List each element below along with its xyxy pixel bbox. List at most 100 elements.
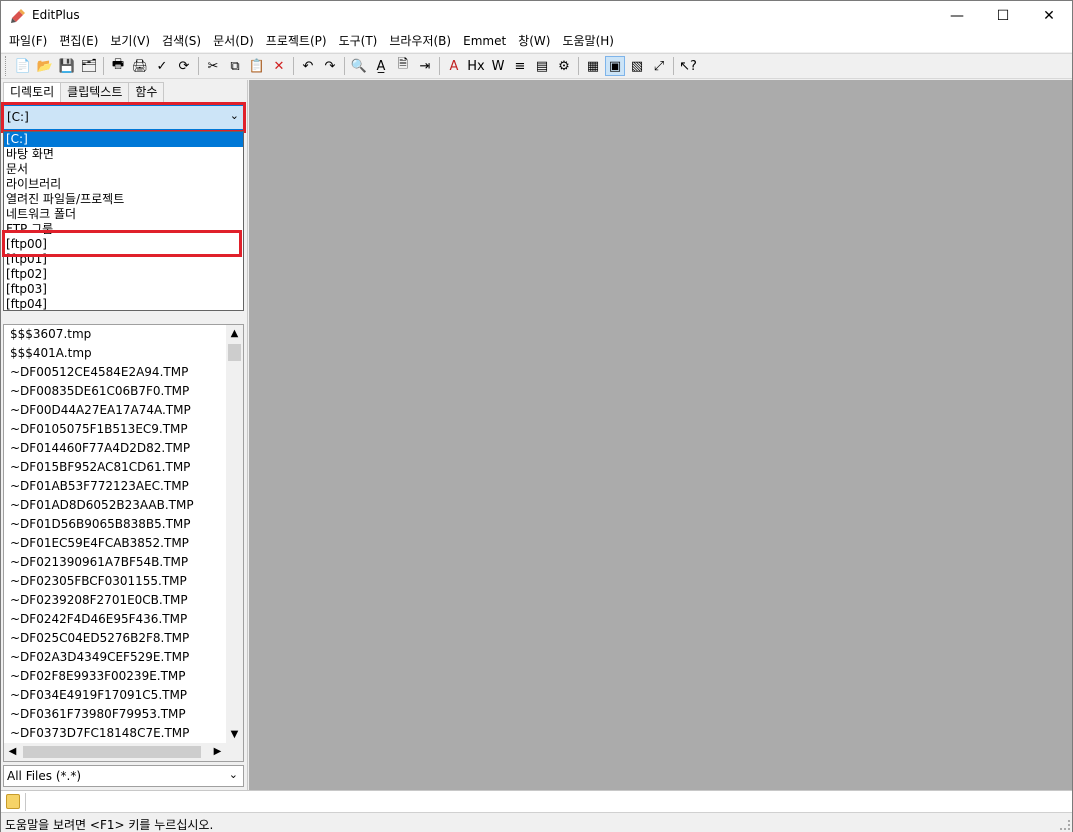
directory-window-icon[interactable]: ▦ [583,56,603,76]
file-list-item[interactable]: ~DF00835DE61C06B7F0.TMP [4,382,226,401]
redo-icon[interactable]: ↷ [320,56,340,76]
file-list-item[interactable]: ~DF025C04ED5276B2F8.TMP [4,629,226,648]
print-icon[interactable]: 🖨 [130,56,150,76]
maximize-button[interactable]: ☐ [980,1,1026,31]
undo-icon[interactable]: ↶ [298,56,318,76]
dropdown-item[interactable]: [ftp04] [4,297,243,310]
file-filter-select[interactable]: All Files (*.*) ⌄ [3,765,244,787]
file-list-item[interactable]: ~DF02A3D4349CEF529E.TMP [4,648,226,667]
file-list-item[interactable]: ~DF0105075F1B513EC9.TMP [4,420,226,439]
file-list-item[interactable]: ~DF00512CE4584E2A94.TMP [4,363,226,382]
toolbar-separator [293,57,294,75]
find-icon[interactable]: 🔍 [349,56,369,76]
file-list[interactable]: $$$3607.tmp $$$401A.tmp ~DF00512CE4584E2A9… [3,324,244,762]
dropdown-item-ftp00[interactable]: [ftp00] [4,237,243,252]
menu-item[interactable]: Emmet [457,32,512,51]
file-list-item[interactable]: ~DF01AD8D6052B23AAB.TMP [4,496,226,515]
browser-preview-icon[interactable]: ⟳ [174,56,194,76]
menu-item[interactable]: 검색(S) [156,32,207,51]
file-list-item[interactable]: ~DF02F8E9933F00239E.TMP [4,667,226,686]
cliptext-icon[interactable]: ▧ [627,56,647,76]
file-list-item[interactable]: ~DF014460F77A4D2D82.TMP [4,439,226,458]
toolbar-separator [344,57,345,75]
menu-item[interactable]: 창(W) [512,32,556,51]
dropdown-item[interactable]: FTP 그룹 [4,222,243,237]
scroll-down-icon[interactable]: ▼ [226,726,243,743]
tab-cliptext[interactable]: 클립텍스트 [60,82,130,102]
scroll-right-icon[interactable]: ▶ [209,743,226,761]
font-icon[interactable]: A [444,56,464,76]
output-window-icon[interactable]: ▣ [605,56,625,76]
hex-icon[interactable]: Hx [466,56,486,76]
dropdown-item[interactable]: [ftp03] [4,282,243,297]
resize-grip[interactable] [1060,820,1070,830]
file-list-item[interactable]: ~DF00D44A27EA17A74A.TMP [4,401,226,420]
close-button[interactable]: ✕ [1026,1,1072,31]
dropdown-item[interactable]: [ftp01] [4,252,243,267]
file-list-item[interactable]: ~DF02305FBCF0301155.TMP [4,572,226,591]
file-list-item[interactable]: ~DF0239208F2701E0CB.TMP [4,591,226,610]
menu-item[interactable]: 브라우저(B) [383,32,457,51]
file-list-item[interactable]: ~DF0361F73980F79953.TMP [4,705,226,724]
file-list-item[interactable]: ~DF0373D7FC18148C7E.TMP [4,724,226,743]
toolbar-grip[interactable] [5,56,8,76]
dropdown-item[interactable]: 네트워크 폴더 [4,207,243,222]
open-folder-icon[interactable]: 📂 [35,56,55,76]
vertical-scrollbar[interactable]: ▲ ▼ [226,325,243,743]
document-icon[interactable] [6,794,20,809]
spellcheck-icon[interactable]: ✓ [152,56,172,76]
cut-icon[interactable]: ✂ [203,56,223,76]
tab-directory[interactable]: 디렉토리 [3,82,62,103]
menu-item[interactable]: 보기(V) [104,32,156,51]
menu-item[interactable]: 프로젝트(P) [260,32,333,51]
word-wrap-icon[interactable]: W [488,56,508,76]
save-all-icon[interactable]: 🗂 [79,56,99,76]
dropdown-item[interactable]: 문서 [4,162,243,177]
editor-area[interactable] [249,80,1072,790]
file-list-item[interactable]: ~DF0242F4D46E95F436.TMP [4,610,226,629]
minimize-button[interactable]: — [934,1,980,31]
scroll-left-icon[interactable]: ◀ [4,743,21,761]
dropdown-item[interactable]: [ftp02] [4,267,243,282]
line-number-icon[interactable]: ≡ [510,56,530,76]
goto-line-icon[interactable]: ⇥ [415,56,435,76]
dropdown-item[interactable]: 라이브러리 [4,177,243,192]
file-list-item[interactable]: $$$3607.tmp [4,325,226,344]
save-icon[interactable]: 💾 [57,56,77,76]
dropdown-item[interactable]: [C:] [4,132,243,147]
menu-item[interactable]: 편집(E) [53,32,104,51]
file-list-item[interactable]: ~DF01EC59E4FCAB3852.TMP [4,534,226,553]
menu-item[interactable]: 도구(T) [333,32,384,51]
menu-item[interactable]: 파일(F) [3,32,53,51]
scroll-up-icon[interactable]: ▲ [226,325,243,342]
menu-item[interactable]: 도움말(H) [556,32,620,51]
fullscreen-icon[interactable]: ⤢ [649,56,669,76]
dropdown-item[interactable]: 바탕 화면 [4,147,243,162]
menu-item[interactable]: 문서(D) [207,32,260,51]
delete-icon[interactable]: ✕ [269,56,289,76]
tab-functions[interactable]: 함수 [128,82,165,102]
file-list-item[interactable]: ~DF021390961A7BF54B.TMP [4,553,226,572]
file-list-item[interactable]: ~DF015BF952AC81CD61.TMP [4,458,226,477]
drive-select[interactable]: [C:] ⌄ [3,105,244,130]
settings-icon[interactable]: ⚙ [554,56,574,76]
horizontal-scroll-thumb[interactable] [23,746,201,758]
directory-pane: 디렉토리 클립텍스트 함수 [C:] ⌄ [C:] 바탕 화면 문서 라이브러리 열려진 파… [1,80,248,790]
copy-icon[interactable]: ⧉ [225,56,245,76]
help-pointer-icon[interactable]: ↖? [678,56,698,76]
find-in-files-icon[interactable]: 🗎 [393,56,413,76]
vertical-scroll-thumb[interactable] [228,344,241,361]
status-bar: 도움말을 보려면 <F1> 키를 누르십시오. [1,812,1072,832]
replace-icon[interactable]: A̲ [371,56,391,76]
chevron-down-icon: ⌄ [229,109,239,122]
file-list-item[interactable]: ~DF01AB53F772123AEC.TMP [4,477,226,496]
print-preview-icon[interactable]: 🖶 [108,56,128,76]
new-file-icon[interactable]: 📄 [13,56,33,76]
dropdown-item[interactable]: 열려진 파일들/프로젝트 [4,192,243,207]
file-list-item[interactable]: ~DF034E4919F17091C5.TMP [4,686,226,705]
paste-icon[interactable]: 📋 [247,56,267,76]
file-list-item[interactable]: ~DF01D56B9065B838B5.TMP [4,515,226,534]
file-list-item[interactable]: $$$401A.tmp [4,344,226,363]
horizontal-scrollbar[interactable]: ◀ ▶ [4,743,226,761]
ruler-icon[interactable]: ▤ [532,56,552,76]
